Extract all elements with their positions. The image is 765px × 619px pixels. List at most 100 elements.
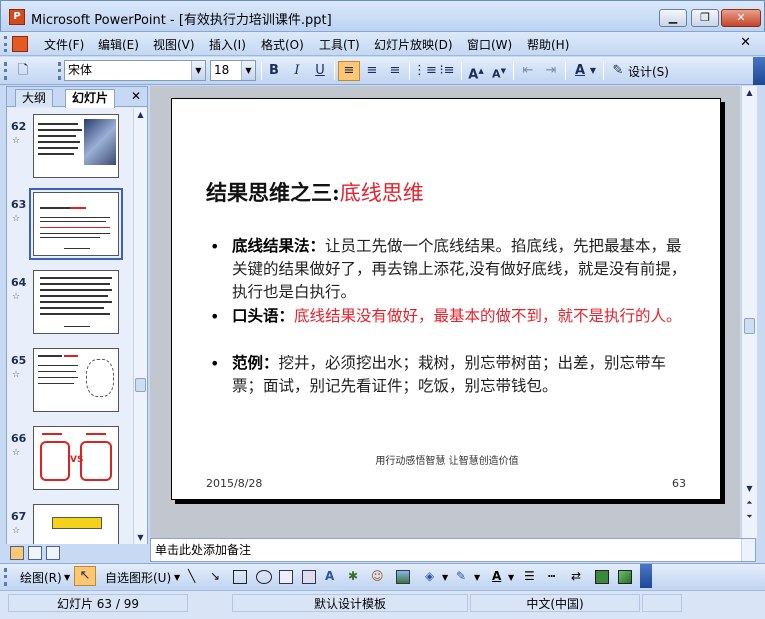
- scroll-down-icon[interactable]: ▼: [743, 482, 756, 495]
- arrow-style-icon[interactable]: ⇄: [571, 569, 581, 583]
- slideshow-view-icon[interactable]: [46, 546, 60, 560]
- scroll-thumb[interactable]: [744, 318, 755, 334]
- slide-sorter-view-icon[interactable]: [28, 546, 42, 560]
- font-color-dropdown-icon[interactable]: ▼: [588, 61, 598, 81]
- toolbar-grip-2[interactable]: [58, 62, 61, 80]
- picture-icon[interactable]: [396, 570, 410, 584]
- decrease-indent-icon[interactable]: ⇤: [517, 61, 539, 81]
- slide-thumbnail-62[interactable]: [33, 114, 119, 178]
- oval-icon[interactable]: [256, 570, 272, 584]
- clipart-icon[interactable]: ☺: [371, 569, 384, 583]
- status-template[interactable]: 默认设计模板: [232, 594, 468, 612]
- bullet-list-icon[interactable]: ⁝≡: [436, 61, 458, 81]
- menu-file[interactable]: 文件(F): [44, 36, 84, 53]
- toolbar-options-icon[interactable]: [640, 564, 652, 588]
- menu-edit[interactable]: 编辑(E): [98, 36, 139, 53]
- diagram-icon[interactable]: ✱: [348, 569, 358, 583]
- design-icon[interactable]: ✎: [607, 61, 629, 81]
- tab-outline[interactable]: 大纲: [15, 89, 54, 107]
- align-center-icon[interactable]: ≡: [361, 61, 383, 81]
- numbered-list-icon[interactable]: ⋮≡: [413, 61, 437, 81]
- font-size-dropdown-icon[interactable]: ▼: [241, 61, 255, 80]
- slide-thumbnail-67[interactable]: [33, 504, 119, 544]
- title-bar: P Microsoft PowerPoint - [有效执行力培训课件.ppt]…: [0, 0, 765, 32]
- bullet-dot: •: [210, 307, 220, 326]
- scroll-down-icon[interactable]: ▼: [134, 531, 147, 544]
- menu-insert[interactable]: 插入(I): [209, 36, 246, 53]
- increase-font-icon[interactable]: A▲: [465, 61, 487, 82]
- slide-title[interactable]: 结果思维之三:底线思维: [206, 177, 424, 207]
- powerpoint-app-icon[interactable]: P: [9, 9, 25, 25]
- bold-button[interactable]: B: [263, 61, 285, 81]
- document-close-icon[interactable]: ✕: [740, 35, 751, 50]
- toolbar-options-icon[interactable]: [753, 57, 765, 85]
- menu-slideshow[interactable]: 幻灯片放映(D): [374, 36, 453, 53]
- menu-view[interactable]: 视图(V): [153, 36, 195, 53]
- font-name-dropdown-icon[interactable]: ▼: [191, 61, 205, 80]
- slide-thumbnail-63[interactable]: [29, 188, 123, 260]
- menu-tools[interactable]: 工具(T): [319, 36, 360, 53]
- align-right-icon[interactable]: ≡: [384, 61, 406, 81]
- menu-help[interactable]: 帮助(H): [527, 36, 569, 53]
- draw-menu-button[interactable]: 绘图(R): [20, 569, 62, 586]
- line-icon[interactable]: ╲: [188, 569, 195, 583]
- scroll-up-icon[interactable]: ▲: [743, 86, 756, 99]
- select-pointer-icon[interactable]: ↖: [74, 566, 96, 586]
- menu-grip[interactable]: [4, 36, 7, 52]
- fill-color-icon[interactable]: ◈: [425, 569, 434, 583]
- italic-button[interactable]: I: [286, 61, 308, 81]
- slide-scrollbar[interactable]: ▲ ▼ ⏶ ⏷: [741, 86, 757, 538]
- shadow-style-icon[interactable]: [595, 570, 609, 584]
- wordart-icon[interactable]: A: [325, 569, 334, 583]
- scroll-thumb[interactable]: [135, 378, 146, 392]
- dash-style-icon[interactable]: ┅: [548, 569, 555, 583]
- design-button-label[interactable]: 设计(S): [628, 63, 669, 80]
- next-slide-icon[interactable]: ⏷: [743, 510, 756, 523]
- textbox-icon[interactable]: [279, 570, 293, 584]
- toolbar-separator: [565, 62, 566, 80]
- 3d-style-icon[interactable]: [618, 570, 632, 584]
- normal-view-icon[interactable]: [10, 546, 24, 560]
- slide-thumbnail-66[interactable]: VS: [33, 426, 119, 490]
- arrow-icon[interactable]: ↘: [210, 569, 220, 583]
- slide-thumbnail-65[interactable]: [33, 348, 119, 412]
- scroll-up-icon[interactable]: ▲: [134, 108, 147, 121]
- vertical-textbox-icon[interactable]: [302, 570, 316, 584]
- autoshapes-button[interactable]: 自选图形(U): [105, 569, 171, 586]
- font-name-combo[interactable]: 宋体 ▼: [64, 60, 206, 81]
- draw-dropdown-icon[interactable]: ▼: [64, 573, 70, 582]
- toolbar-grip[interactable]: [4, 62, 7, 80]
- line-color-icon[interactable]: ✎: [456, 569, 466, 583]
- align-left-icon[interactable]: ≡: [338, 61, 360, 81]
- thumbnails-scrollbar[interactable]: ▲ ▼: [133, 108, 147, 544]
- menu-window[interactable]: 窗口(W): [467, 36, 512, 53]
- tab-slides[interactable]: 幻灯片: [65, 89, 116, 108]
- notes-pane[interactable]: 单击此处添加备注: [150, 538, 756, 562]
- bullet-label: 底线结果法：: [232, 237, 326, 255]
- decrease-font-icon[interactable]: A▼: [488, 61, 510, 81]
- notes-scrollbar[interactable]: [741, 539, 755, 561]
- autoshapes-dropdown-icon[interactable]: ▼: [174, 573, 180, 582]
- previous-slide-icon[interactable]: ⏶: [743, 496, 756, 509]
- document-icon[interactable]: [12, 36, 28, 52]
- line-style-icon[interactable]: ☰: [524, 569, 535, 583]
- restore-button[interactable]: ❐: [691, 9, 719, 27]
- panel-close-icon[interactable]: ✕: [131, 89, 141, 103]
- font-color-dropdown-icon[interactable]: ▼: [508, 573, 514, 582]
- fill-color-dropdown-icon[interactable]: ▼: [442, 573, 448, 582]
- font-size-combo[interactable]: 18 ▼: [210, 60, 256, 81]
- underline-button[interactable]: U: [309, 61, 331, 81]
- increase-indent-icon[interactable]: ⇥: [540, 61, 562, 81]
- current-slide[interactable]: 结果思维之三:底线思维 • 底线结果法：让员工先做一个底线结果。掐底线，先把最基…: [171, 98, 721, 500]
- status-language[interactable]: 中文(中国): [470, 594, 640, 612]
- line-color-dropdown-icon[interactable]: ▼: [474, 573, 480, 582]
- toolbar-grip[interactable]: [4, 568, 7, 586]
- status-empty: [642, 594, 682, 612]
- slide-thumbnail-64[interactable]: [33, 270, 119, 334]
- menu-format[interactable]: 格式(O): [261, 36, 304, 53]
- font-color-icon[interactable]: A: [492, 569, 501, 583]
- minimize-button[interactable]: ▁: [659, 9, 687, 27]
- close-button[interactable]: ✕: [721, 9, 761, 27]
- new-document-icon[interactable]: 🗋: [12, 61, 34, 81]
- rectangle-icon[interactable]: [233, 570, 247, 584]
